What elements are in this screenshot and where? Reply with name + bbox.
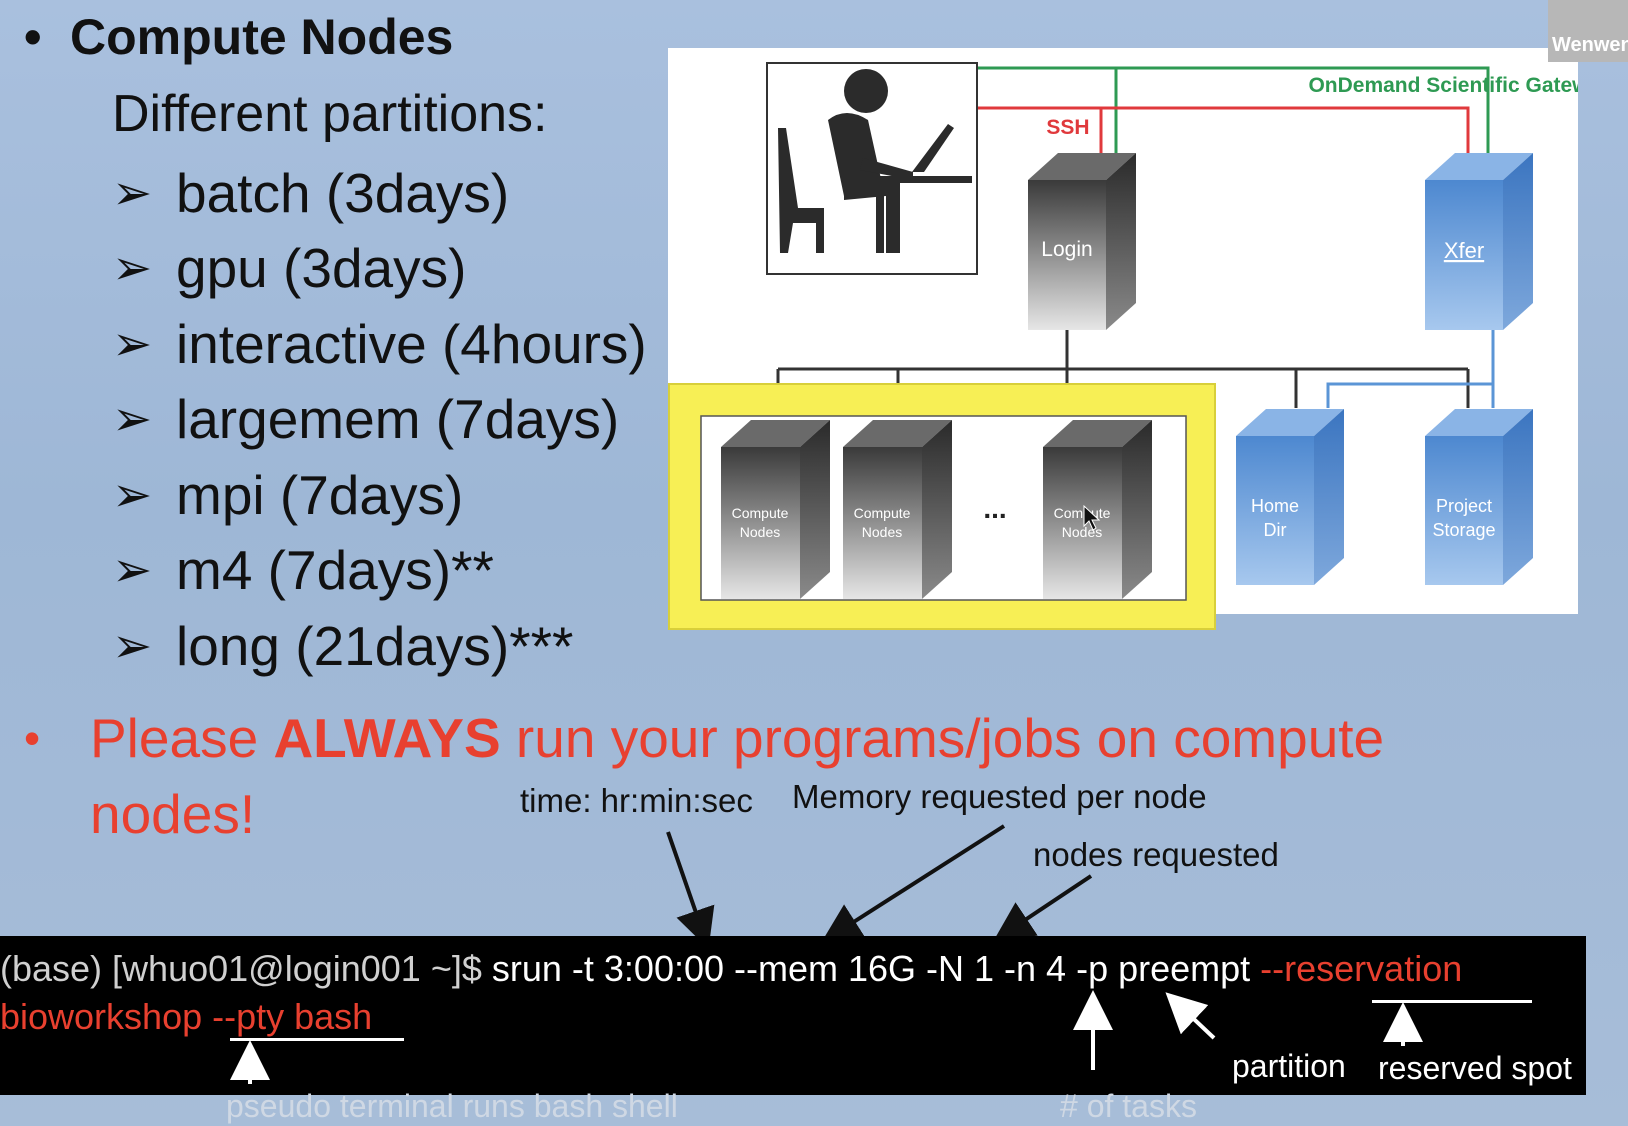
project-label-line2: Storage xyxy=(1432,520,1495,540)
slide-heading: • Compute Nodes xyxy=(24,8,453,66)
annotation-memory: Memory requested per node xyxy=(792,778,1207,815)
compute-label-line2: Nodes xyxy=(862,524,902,540)
gateway-label: OnDemand Scientific Gateways xyxy=(1308,74,1578,97)
user-at-laptop-icon xyxy=(766,62,978,275)
annotation-reserved: reserved spot xyxy=(1378,1050,1572,1086)
partition-label: largemem (7days) xyxy=(176,388,620,451)
annotation-tasks: # of tasks xyxy=(1060,1088,1197,1124)
subheading: Different partitions: xyxy=(112,85,548,143)
compute-label-line1: Compute xyxy=(732,505,789,521)
partition-item: ➢ long (21days)*** xyxy=(112,608,647,684)
partition-item: ➢ interactive (4hours) xyxy=(112,306,647,382)
reservation-flag: --reservation xyxy=(1260,948,1463,989)
compute-label-line1: Compute xyxy=(1054,505,1111,521)
heading-text: Compute Nodes xyxy=(70,9,454,65)
partition-item: ➢ m4 (7days)** xyxy=(112,533,647,609)
terminal-command: srun -t 3:00:00 --mem 16G -N 1 -n 4 -p p… xyxy=(491,948,1261,989)
arrow-bullet-icon: ➢ xyxy=(112,468,153,522)
arrow-bullet-icon: ➢ xyxy=(112,242,153,296)
compute-label-line1: Compute xyxy=(854,505,911,521)
annotation-time: time: hr:min:sec xyxy=(520,782,753,819)
compute-nodes-highlight: Compute Nodes Compute Nodes ... Compute … xyxy=(668,383,1216,630)
compute-nodes-svg: Compute Nodes Compute Nodes ... Compute … xyxy=(700,415,1187,601)
arrow-bullet-icon: ➢ xyxy=(112,393,153,447)
partition-label: batch (3days) xyxy=(176,161,510,224)
pty-underline xyxy=(230,1038,404,1041)
partition-label: m4 (7days)** xyxy=(176,539,494,602)
arrow-bullet-icon: ➢ xyxy=(112,544,153,598)
partition-item: ➢ largemem (7days) xyxy=(112,382,647,458)
partition-item: ➢ mpi (7days) xyxy=(112,457,647,533)
warning-rest: run your programs/jobs on compute xyxy=(500,707,1385,769)
home-label-line1: Home xyxy=(1251,496,1299,516)
nodes-arrow-icon xyxy=(993,874,1093,942)
arrow-bullet-icon: ➢ xyxy=(112,166,153,220)
warning-bullet: • xyxy=(24,712,41,764)
heading-bullet: • xyxy=(24,9,42,65)
terminal-command-line1[interactable]: (base) [whuo01@login001 ~]$ srun -t 3:00… xyxy=(0,948,1462,990)
partition-label: long (21days)*** xyxy=(176,614,574,677)
annotation-pty: pseudo terminal runs bash shell xyxy=(226,1088,678,1124)
warning-message: • Please ALWAYS run your programs/jobs on… xyxy=(24,700,1444,852)
arrow-bullet-icon: ➢ xyxy=(112,619,153,673)
partition-label: mpi (7days) xyxy=(176,463,464,526)
annotation-partition: partition xyxy=(1232,1048,1346,1084)
terminal-prompt: (base) [whuo01@login001 ~]$ xyxy=(0,948,492,989)
home-label-line2: Dir xyxy=(1264,520,1287,540)
project-label-line1: Project xyxy=(1436,496,1492,516)
compute-label-line2: Nodes xyxy=(1062,524,1102,540)
annotation-nodes: nodes requested xyxy=(1033,836,1279,873)
terminal-command-line2[interactable]: bioworkshop --pty bash xyxy=(0,996,372,1038)
login-label: Login xyxy=(1041,238,1092,261)
partition-label: gpu (3days) xyxy=(176,237,467,300)
warning-prefix: Please xyxy=(90,707,274,769)
pty-flag: --pty bash xyxy=(212,996,373,1037)
partition-list: ➢ batch (3days) ➢ gpu (3days) ➢ interactive… xyxy=(112,155,647,684)
partition-label: interactive (4hours) xyxy=(176,312,647,375)
xfer-label: Xfer xyxy=(1444,238,1484,263)
warning-emphasis: ALWAYS xyxy=(273,707,501,769)
participant-name: Wenwen xyxy=(1552,34,1628,56)
partition-item: ➢ gpu (3days) xyxy=(112,231,647,307)
arrow-bullet-icon: ➢ xyxy=(112,317,153,371)
ssh-label: SSH xyxy=(1046,116,1089,139)
more-nodes-ellipsis: ... xyxy=(983,493,1006,524)
reservation-underline xyxy=(1372,1000,1532,1003)
compute-label-line2: Nodes xyxy=(740,524,780,540)
reservation-value: bioworkshop xyxy=(0,996,213,1037)
participant-video-tile[interactable]: Wenwen xyxy=(1548,0,1628,62)
partition-item: ➢ batch (3days) xyxy=(112,155,647,231)
